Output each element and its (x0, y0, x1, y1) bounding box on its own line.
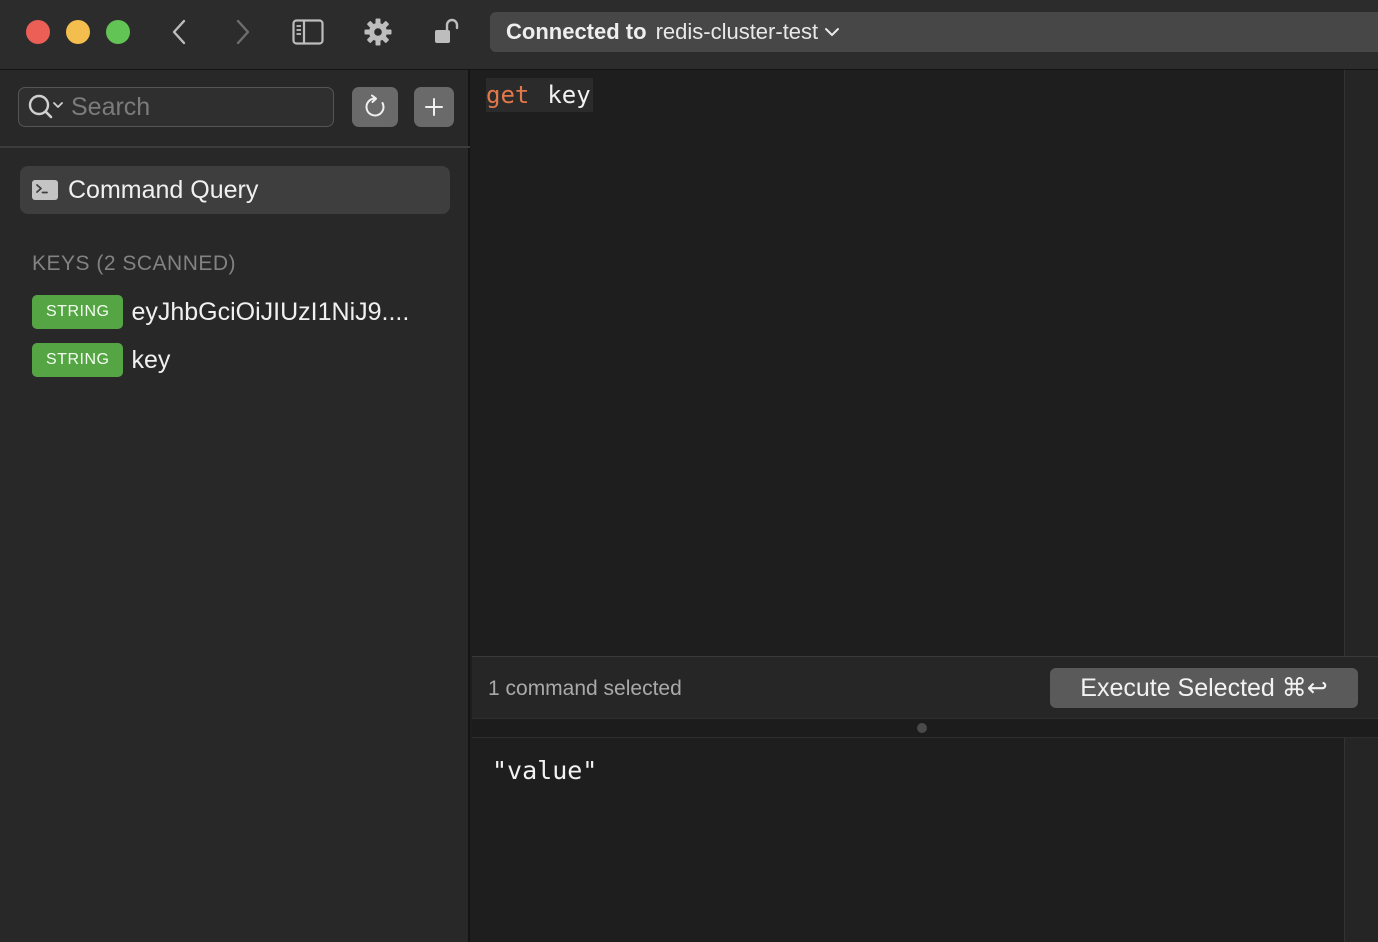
unlock-icon[interactable] (428, 14, 464, 50)
editor-line: get key (486, 78, 593, 112)
title-bar: Connected to redis-cluster-test (0, 0, 1378, 70)
add-key-button[interactable] (414, 87, 454, 127)
result-value: "value" (492, 756, 598, 785)
selection-status: 1 command selected (488, 677, 682, 700)
chevron-right-icon[interactable] (224, 14, 260, 50)
execute-selected-button[interactable]: Execute Selected ⌘↩ (1050, 668, 1358, 708)
type-badge: STRING (32, 295, 124, 329)
sidebar-item-command-query[interactable]: Command Query (20, 166, 450, 214)
status-bar: 1 command selected Execute Selected ⌘↩ (472, 656, 1378, 718)
terminal-icon (32, 180, 58, 200)
result-scrollbar[interactable] (1344, 738, 1378, 942)
connection-name: redis-cluster-test (655, 19, 819, 44)
maximize-window-button[interactable] (106, 20, 130, 44)
chevron-left-icon[interactable] (162, 14, 198, 50)
refresh-button[interactable] (352, 87, 398, 127)
search-icon (27, 92, 67, 122)
close-window-button[interactable] (26, 20, 50, 44)
refresh-icon (365, 94, 385, 117)
type-badge: STRING (32, 343, 124, 377)
drag-handle-icon (917, 723, 927, 733)
key-name: key (131, 345, 171, 374)
result-panel: "value" (472, 738, 1344, 942)
connection-selector[interactable]: Connected to redis-cluster-test (490, 12, 1378, 52)
sidebar-toggle-icon[interactable] (290, 14, 326, 50)
keys-section-header: KEYS (2 SCANNED) (32, 252, 237, 275)
plus-icon (425, 98, 443, 116)
chevron-down-icon (824, 26, 840, 38)
key-list-item[interactable]: STRING key (32, 343, 170, 377)
search-box[interactable] (18, 87, 334, 127)
editor-scrollbar[interactable] (1344, 70, 1378, 656)
key-list-item[interactable]: STRING eyJhbGciOiJIUzI1NiJ9.... (32, 295, 409, 329)
command-editor[interactable]: get key (472, 70, 1344, 656)
search-input[interactable] (71, 92, 311, 122)
command-argument: key (547, 81, 591, 109)
split-view-handle[interactable] (472, 718, 1378, 738)
sidebar: Command Query KEYS (2 SCANNED) STRING ey… (0, 70, 470, 942)
command-query-label: Command Query (68, 175, 259, 204)
connection-label: Connected to (506, 19, 647, 44)
key-name: eyJhbGciOiJIUzI1NiJ9.... (131, 297, 410, 326)
minimize-window-button[interactable] (66, 20, 90, 44)
sidebar-divider (0, 146, 470, 148)
command-keyword: get (486, 81, 530, 109)
gear-icon[interactable] (360, 14, 396, 50)
